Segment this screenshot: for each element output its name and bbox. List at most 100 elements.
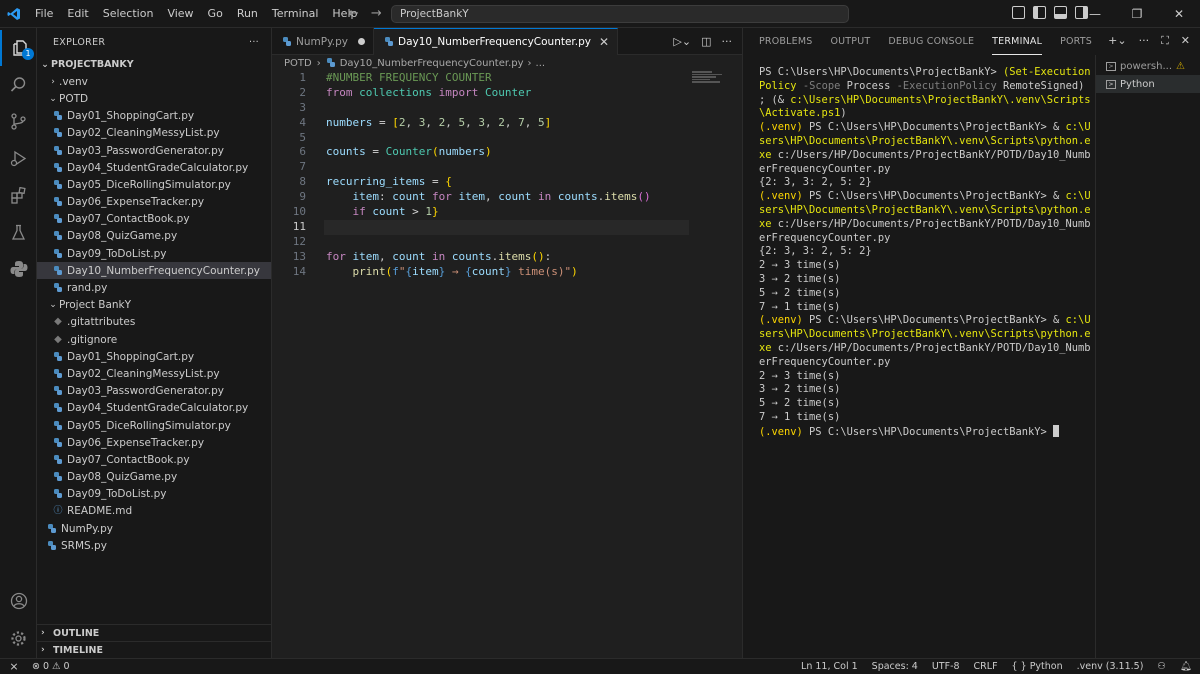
maximize-panel-icon[interactable]: ⛶ xyxy=(1161,34,1169,48)
minimize-icon[interactable]: — xyxy=(1074,0,1116,28)
file-item[interactable]: NumPy.py xyxy=(37,520,271,537)
file-item[interactable]: ⓘ README.md xyxy=(37,503,271,520)
file-item-label: Day04_StudentGradeCalculator.py xyxy=(67,161,249,174)
settings-gear-icon[interactable] xyxy=(0,620,37,656)
editor-more-icon[interactable]: ··· xyxy=(722,35,733,48)
file-item[interactable]: rand.py xyxy=(37,279,271,296)
run-file-icon[interactable]: ▷⌄ xyxy=(673,35,691,48)
close-tab-icon[interactable]: ✕ xyxy=(599,35,609,49)
new-terminal-icon[interactable]: +⌄ xyxy=(1108,34,1126,48)
back-arrow-icon[interactable]: ← xyxy=(348,6,359,21)
menu-terminal[interactable]: Terminal xyxy=(265,0,326,28)
tab-debug-console[interactable]: DEBUG CONSOLE xyxy=(888,28,974,55)
language-mode[interactable]: { } Python xyxy=(1012,661,1063,672)
file-item[interactable]: Day06_ExpenseTracker.py xyxy=(37,434,271,451)
close-window-icon[interactable]: ✕ xyxy=(1158,0,1200,28)
file-item[interactable]: Day03_PasswordGenerator.py xyxy=(37,142,271,159)
tab-day10[interactable]: Day10_NumberFrequencyCounter.py ✕ xyxy=(374,28,619,55)
menu-edit[interactable]: Edit xyxy=(60,0,95,28)
explorer-more-icon[interactable]: ··· xyxy=(249,37,259,48)
timeline-section[interactable]: › TIMELINE xyxy=(37,641,272,658)
python-interpreter[interactable]: .venv (3.11.5) xyxy=(1077,661,1144,672)
tab-problems[interactable]: PROBLEMS xyxy=(759,28,812,55)
panel-more-icon[interactable]: ··· xyxy=(1139,34,1150,48)
terminal-item-python[interactable]: > Python xyxy=(1096,75,1200,93)
forward-arrow-icon[interactable]: → xyxy=(371,6,382,21)
terminal-icon: > xyxy=(1106,79,1116,89)
code-editor[interactable]: 1 #NUMBER FREQUENCY COUNTER 2 from collect… xyxy=(272,71,743,279)
breadcrumb-folder[interactable]: POTD xyxy=(284,58,312,69)
file-item[interactable]: Day07_ContactBook.py xyxy=(37,211,271,228)
file-item[interactable]: Day07_ContactBook.py xyxy=(37,451,271,468)
code-text: from collections import Counter xyxy=(326,85,532,99)
remote-icon[interactable]: ⨯ xyxy=(0,660,28,673)
file-item[interactable]: Day08_QuizGame.py xyxy=(37,469,271,486)
command-center-search[interactable]: ProjectBankY xyxy=(391,5,849,23)
toggle-panel-icon[interactable] xyxy=(1054,6,1067,19)
file-item[interactable]: Day04_StudentGradeCalculator.py xyxy=(37,400,271,417)
python-file-icon xyxy=(53,489,63,499)
folder-project-banky[interactable]: ⌄ Project BankY xyxy=(37,297,271,314)
folder-venv[interactable]: › .venv xyxy=(37,73,271,90)
breadcrumb-file[interactable]: Day10_NumberFrequencyCounter.py xyxy=(340,58,524,69)
extensions-icon[interactable] xyxy=(0,177,37,213)
terminal-output[interactable]: PS C:\Users\HP\Documents\ProjectBankY> (… xyxy=(759,66,1094,440)
testing-flask-icon[interactable] xyxy=(0,214,37,250)
editor-tabs: NumPy.py Day10_NumberFrequencyCounter.py… xyxy=(272,28,742,55)
minimap[interactable] xyxy=(692,71,734,89)
file-item[interactable]: Day01_ShoppingCart.py xyxy=(37,348,271,365)
unsaved-dot-icon[interactable] xyxy=(358,38,366,45)
tab-numpy[interactable]: NumPy.py xyxy=(272,28,375,55)
file-item[interactable]: Day02_CleaningMessyList.py xyxy=(37,365,271,382)
file-item[interactable]: Day03_PasswordGenerator.py xyxy=(37,383,271,400)
split-editor-icon[interactable]: ◫ xyxy=(701,35,711,48)
cursor-position[interactable]: Ln 11, Col 1 xyxy=(801,661,858,672)
file-item[interactable]: Day01_ShoppingCart.py xyxy=(37,108,271,125)
menu-file[interactable]: File xyxy=(28,0,60,28)
file-item[interactable]: Day08_QuizGame.py xyxy=(37,228,271,245)
file-item[interactable]: Day05_DiceRollingSimulator.py xyxy=(37,176,271,193)
nav-arrows: ← → xyxy=(348,6,382,21)
tab-ports[interactable]: PORTS xyxy=(1060,28,1092,55)
explorer-icon[interactable]: 1 xyxy=(0,30,37,66)
terminal-list: > powersh... ⚠ > Python xyxy=(1095,55,1200,658)
language-label: Python xyxy=(1029,661,1063,672)
folder-potd[interactable]: ⌄ POTD xyxy=(37,90,271,107)
terminal-item-powershell[interactable]: > powersh... ⚠ xyxy=(1096,57,1200,75)
menu-go[interactable]: Go xyxy=(201,0,230,28)
menu-run[interactable]: Run xyxy=(230,0,265,28)
file-item[interactable]: Day05_DiceRollingSimulator.py xyxy=(37,417,271,434)
file-item[interactable]: SRMS.py xyxy=(37,537,271,554)
file-item[interactable]: ◆ .gitattributes xyxy=(37,314,271,331)
close-panel-icon[interactable]: ✕ xyxy=(1181,34,1190,48)
outline-section[interactable]: › OUTLINE xyxy=(37,624,272,641)
indentation[interactable]: Spaces: 4 xyxy=(872,661,918,672)
file-item[interactable]: Day10_NumberFrequencyCounter.py xyxy=(37,262,271,280)
source-control-icon[interactable] xyxy=(0,103,37,139)
line-number: 3 xyxy=(299,100,306,114)
copilot-icon[interactable]: ⚇ xyxy=(1157,661,1166,672)
python-icon[interactable] xyxy=(0,251,37,287)
file-item[interactable]: Day02_CleaningMessyList.py xyxy=(37,125,271,142)
tab-output[interactable]: OUTPUT xyxy=(830,28,870,55)
toggle-sidebar-icon[interactable] xyxy=(1033,6,1046,19)
file-item[interactable]: Day09_ToDoList.py xyxy=(37,245,271,262)
account-icon[interactable] xyxy=(0,583,37,619)
line-ending[interactable]: CRLF xyxy=(974,661,998,672)
tab-terminal[interactable]: TERMINAL xyxy=(992,28,1043,55)
run-debug-icon[interactable] xyxy=(0,140,37,176)
file-item[interactable]: ◆ .gitignore xyxy=(37,331,271,348)
notifications-bell-icon[interactable]: 🔔︎ xyxy=(1180,661,1192,672)
breadcrumb-more[interactable]: ... xyxy=(536,58,546,69)
file-item[interactable]: Day06_ExpenseTracker.py xyxy=(37,194,271,211)
menu-view[interactable]: View xyxy=(160,0,200,28)
search-icon[interactable] xyxy=(0,66,37,102)
encoding[interactable]: UTF-8 xyxy=(932,661,960,672)
file-item[interactable]: Day04_StudentGradeCalculator.py xyxy=(37,159,271,176)
tree-root[interactable]: ⌄ PROJECTBANKY xyxy=(37,56,271,73)
file-item[interactable]: Day09_ToDoList.py xyxy=(37,486,271,503)
customize-layout-icon[interactable] xyxy=(1012,6,1025,19)
problems-indicator[interactable]: ⊗ 0 ⚠ 0 xyxy=(32,661,70,672)
restore-icon[interactable]: ❐ xyxy=(1116,0,1158,28)
menu-selection[interactable]: Selection xyxy=(96,0,161,28)
